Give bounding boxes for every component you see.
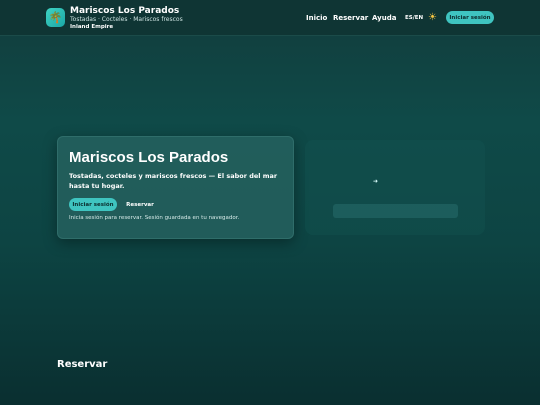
hero-title: Mariscos Los Parados [69,149,229,166]
reserve-section-title: Reservar [57,359,108,370]
nav-reservar[interactable]: Reservar [333,14,368,22]
language-toggle[interactable]: ES/EN [405,15,423,21]
brand-logo-icon[interactable]: 🌴 [46,8,65,27]
brand-subtitle: Tostadas · Cocteles · Mariscos frescos [70,16,183,23]
hero-card: Mariscos Los Parados Tostadas, cocteles … [57,136,294,239]
header-login-button[interactable]: Iniciar sesión [446,11,494,24]
brand-location: Inland Empire [70,24,114,30]
sun-icon[interactable]: ☀ [428,12,437,23]
hero-description: Tostadas, cocteles y mariscos frescos — … [69,172,278,190]
top-header: 🌴 Mariscos Los Parados Tostadas · Coctel… [0,0,540,36]
hero-media-panel: ➜ [305,140,485,235]
nav-ayuda[interactable]: Ayuda [372,14,396,22]
hero-login-button[interactable]: Iniciar sesión [69,198,117,211]
fish-icon: ➜ [373,178,379,185]
hero-note: Inicia sesión para reservar. Sesión guar… [69,215,240,221]
media-placeholder-bar [333,204,458,218]
nav-inicio[interactable]: Inicio [306,14,327,22]
hero-reserve-button[interactable]: Reservar [122,198,158,211]
brand-title: Mariscos Los Parados [70,6,180,16]
